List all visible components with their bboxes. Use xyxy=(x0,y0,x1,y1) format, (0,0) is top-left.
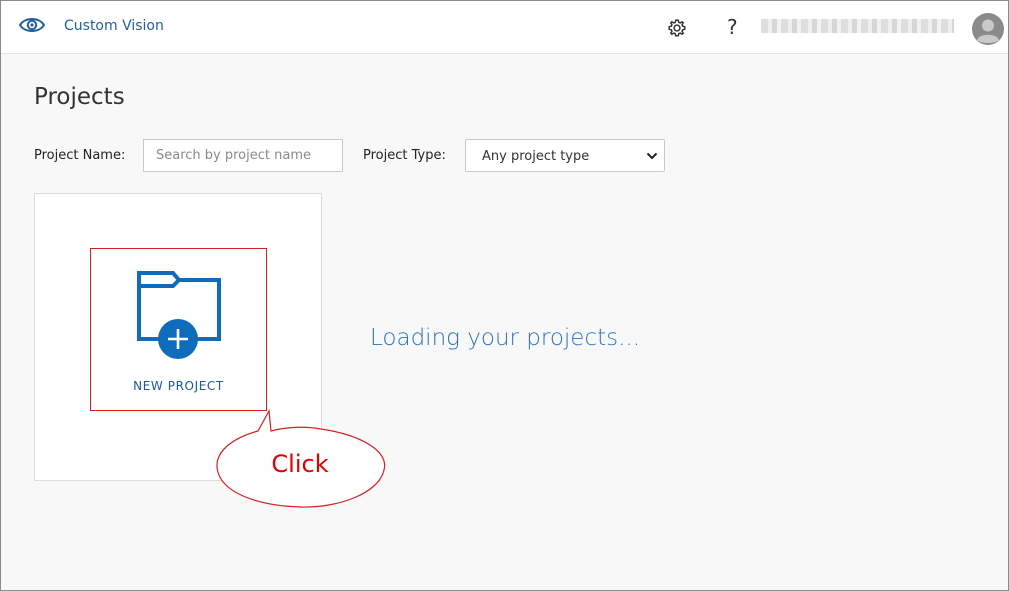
new-project-button[interactable]: NEW PROJECT xyxy=(90,248,267,411)
eye-icon[interactable] xyxy=(18,15,46,35)
project-type-selected-value: Any project type xyxy=(482,149,590,164)
help-icon[interactable]: ? xyxy=(727,15,738,39)
project-type-select[interactable]: Any project type xyxy=(465,139,665,172)
user-name[interactable] xyxy=(761,19,954,33)
project-name-search-input[interactable] xyxy=(143,139,343,172)
page-title: Projects xyxy=(34,84,125,110)
gear-icon[interactable] xyxy=(666,17,688,39)
app-title[interactable]: Custom Vision xyxy=(64,18,164,34)
avatar[interactable] xyxy=(972,13,1004,45)
project-name-label: Project Name: xyxy=(34,148,126,163)
top-bar: Custom Vision ? xyxy=(1,1,1008,54)
loading-message: Loading your projects... xyxy=(370,325,641,351)
project-type-label: Project Type: xyxy=(363,148,446,163)
click-callout-text: Click xyxy=(271,450,329,478)
folder-plus-icon xyxy=(137,271,221,359)
app-window: Custom Vision ? Projects Project Name: P… xyxy=(0,0,1009,591)
chevron-down-icon xyxy=(646,152,658,160)
new-project-label: NEW PROJECT xyxy=(133,379,224,393)
